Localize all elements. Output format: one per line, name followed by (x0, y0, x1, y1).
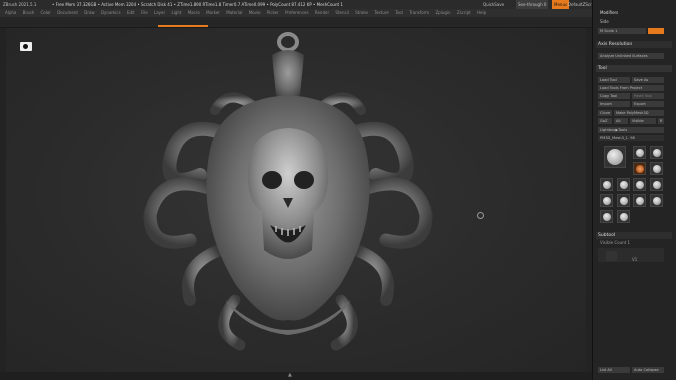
visible-button[interactable]: Visible (630, 118, 656, 124)
left-eye-socket (262, 171, 282, 189)
load-tools-from-project-button[interactable]: Load Tools From Project (598, 85, 664, 91)
current-tool-thumbnail[interactable] (604, 146, 626, 168)
export-button[interactable]: Export (632, 101, 664, 107)
paste-tool-button[interactable]: Paste Tool (632, 93, 664, 99)
r-button[interactable]: R (658, 118, 664, 124)
m-scale-label: M Scale (600, 29, 614, 33)
m-scale-slider[interactable]: M Scale 1 (598, 28, 646, 34)
subtool-thumbnail (606, 251, 617, 261)
subtool-label: V1 (632, 257, 638, 262)
load-tool-button[interactable]: Load Tool (598, 77, 630, 83)
tool-thumb-icon[interactable] (650, 178, 663, 191)
lightbox-tools-button[interactable]: Lightbox▶Tools (598, 127, 664, 133)
import-button[interactable]: Import (598, 101, 630, 107)
modifiers-title[interactable]: Modifiers (600, 10, 618, 16)
tool-thumb-icon[interactable] (600, 178, 613, 191)
tool-header[interactable]: Tool (596, 65, 672, 72)
tool-thumb-icon[interactable] (617, 210, 630, 223)
side-label: Side (600, 19, 609, 24)
bail-ring (277, 32, 299, 52)
clone-button[interactable]: Clone (598, 110, 612, 116)
tool-thumb-icon[interactable] (617, 178, 630, 191)
all-button[interactable]: All (614, 118, 628, 124)
goz-button[interactable]: GoZ (598, 118, 612, 124)
tool-thumb-icon[interactable] (633, 178, 646, 191)
tool-thumb-icon[interactable] (600, 210, 613, 223)
tool-thumb-icon[interactable] (600, 194, 613, 207)
m-scale-value: 1 (615, 29, 618, 33)
bail-ornament (272, 50, 304, 100)
tool-thumb-icon[interactable] (617, 194, 630, 207)
brush-cursor (477, 212, 484, 219)
auto-collapse-button[interactable]: Auto Collapse (632, 367, 664, 373)
orange-toggle[interactable] (648, 28, 664, 34)
make-polymesh-button[interactable]: Make PolyMesh3D (614, 110, 664, 116)
list-all-button[interactable]: List All (598, 367, 630, 373)
tool-thumb-icon[interactable] (633, 146, 646, 159)
copy-tool-button[interactable]: Copy Tool (598, 93, 630, 99)
subtool-header[interactable]: Subtool (596, 232, 672, 239)
tool-thumb-icon[interactable] (650, 146, 663, 159)
tool-thumb-icon[interactable] (633, 162, 646, 175)
save-as-button[interactable]: Save As (632, 77, 664, 83)
sculpt-model (143, 32, 433, 351)
current-tool-slider[interactable]: PM3D_Mesh3_1. 98 (598, 135, 664, 141)
analyze-button[interactable]: Analyze Unlinked Surfaces (598, 53, 664, 59)
tool-thumb-icon[interactable] (650, 162, 663, 175)
right-eye-socket (294, 171, 314, 189)
axis-resolution-header[interactable]: Axis Resolution (596, 41, 672, 48)
visible-count: Visible Count 1 (600, 240, 631, 245)
tool-thumb-icon[interactable] (633, 194, 646, 207)
tool-thumb-icon[interactable] (650, 194, 663, 207)
